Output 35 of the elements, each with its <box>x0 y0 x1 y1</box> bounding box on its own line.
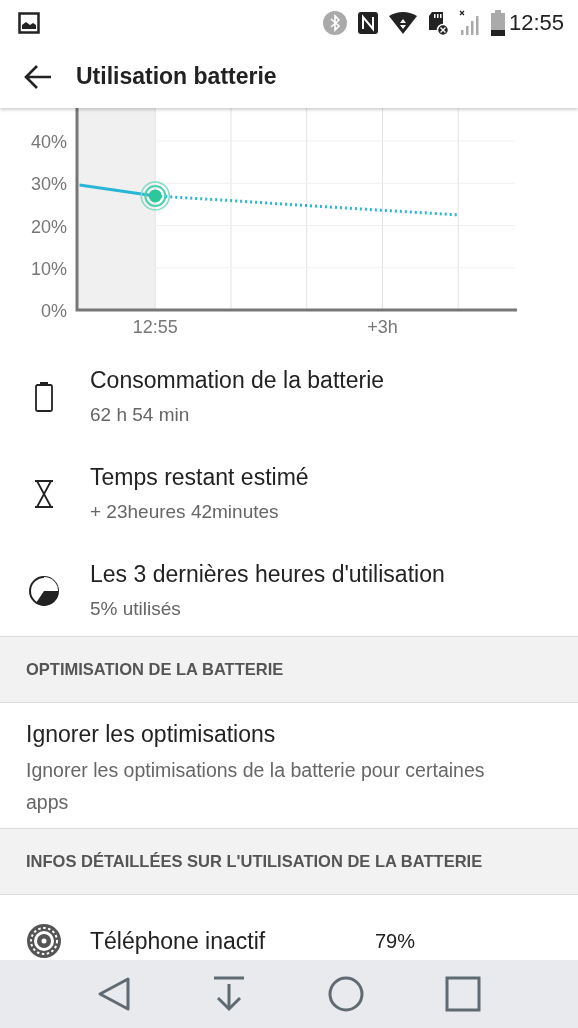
item-value: 5% utilisés <box>90 598 182 620</box>
hourglass-icon <box>33 478 55 509</box>
usage-percent: 79% <box>375 929 416 953</box>
bluetooth-icon <box>322 10 347 35</box>
recents-nav-button[interactable] <box>445 976 482 1012</box>
gear-icon <box>25 922 63 960</box>
sd-card-icon <box>426 9 449 36</box>
app-name: Téléphone inactif <box>90 927 267 955</box>
axis-label: 10% <box>30 258 67 279</box>
axis-label: 40% <box>30 132 67 152</box>
item-title: Les 3 dernières heures d'utilisation <box>90 561 445 588</box>
screen-title: Utilisation batterie <box>76 63 277 90</box>
home-nav-button[interactable] <box>327 976 364 1012</box>
back-nav-button[interactable] <box>96 976 131 1012</box>
nfc-icon <box>356 10 379 35</box>
battery-icon <box>490 9 505 36</box>
notifications-nav-button[interactable] <box>212 976 247 1012</box>
axis-label: 30% <box>30 174 67 195</box>
section-header: OPTIMISATION DE LA BATTERIE <box>26 660 284 679</box>
axis-label: 12:55 <box>132 317 178 337</box>
battery-icon <box>34 380 54 413</box>
axis-label: +3h <box>367 317 398 337</box>
half-filled-circle-icon <box>28 574 60 607</box>
current-point-marker <box>140 181 170 211</box>
status-time: 12:55 <box>508 9 564 36</box>
axis-label: 20% <box>30 216 67 237</box>
item-title: Temps restant estimé <box>90 464 309 491</box>
section-header: INFOS DÉTAILLÉES SUR L'UTILISATION DE LA BATTERIE <box>26 852 483 871</box>
image-icon <box>18 11 40 34</box>
wifi-icon <box>388 11 417 34</box>
signal-icon <box>458 9 481 36</box>
item-value: + 23heures 42minutes <box>90 501 280 523</box>
item-value: 62 h 54 min <box>90 404 191 426</box>
item-title: Consommation de la batterie <box>90 367 385 394</box>
axis-label: 0% <box>41 301 67 321</box>
